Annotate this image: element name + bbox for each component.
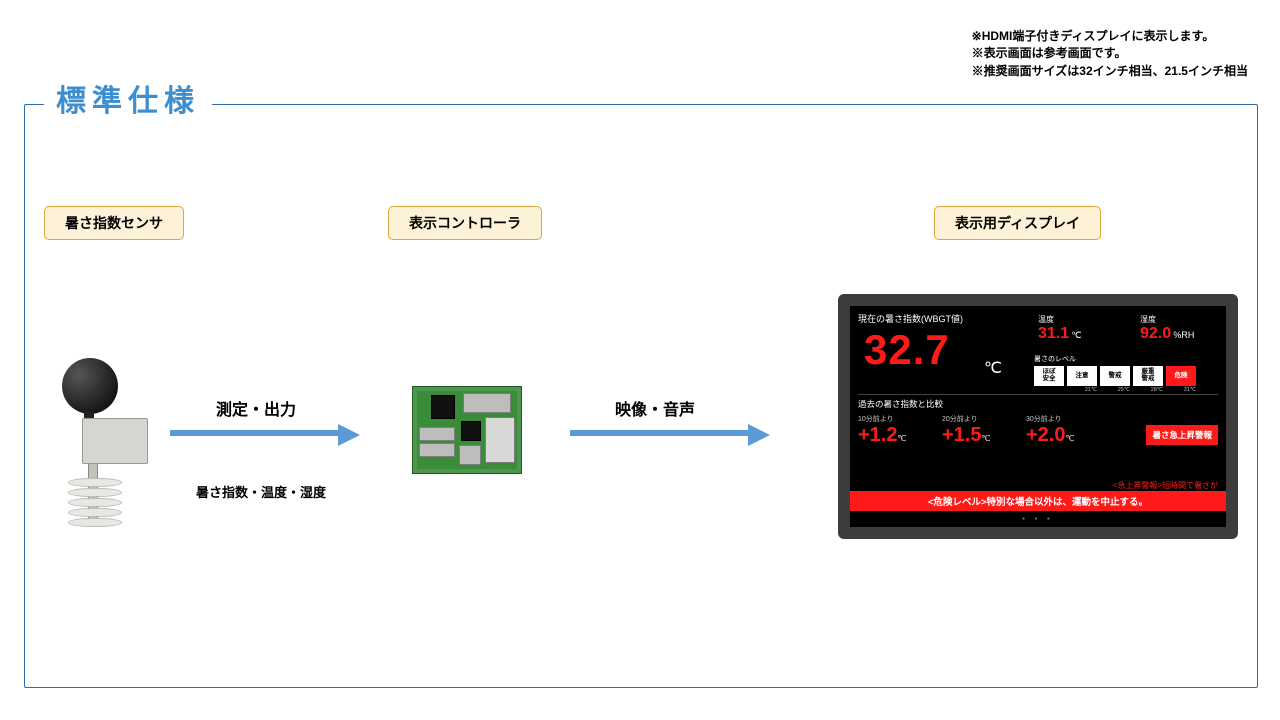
display-screen: 現在の暑さ指数(WBGT値) 32.7 ℃ 温度 31.1 ℃ 湿度 92.0 … [850,306,1226,527]
past-item: 20分前より+1.5℃ [942,414,1026,447]
hum-unit: %RH [1173,330,1194,340]
notes-block: ※HDMI端子付きディスプレイに表示します。 ※表示画面は参考画面です。 ※推奨… [972,28,1248,80]
note-line: ※HDMI端子付きディスプレイに表示します。 [972,28,1248,45]
note-line: ※表示画面は参考画面です。 [972,45,1248,62]
hum-value: 92.0 [1140,325,1171,342]
arrow-1-label: 測定・出力 [216,396,296,420]
level-box: 危険 [1166,366,1196,386]
level-label: 暑さのレベル [1034,354,1214,364]
level-temp: 25℃ [1100,387,1130,393]
level-temp [1034,387,1064,393]
temp-unit: ℃ [1071,330,1081,340]
alert-badge: 暑さ急上昇警報 [1146,425,1218,445]
controller-board-graphic [412,386,522,474]
level-box: 警戒 [1100,366,1130,386]
page-dots: • • • [850,516,1226,523]
level-boxes: ほぼ 安全注意警戒厳重 警戒危険 [1034,366,1214,386]
note-line: ※推奨画面サイズは32インチ相当、21.5インチ相当 [972,63,1248,80]
section-title: 標準仕様 [44,76,212,120]
tag-controller: 表示コントローラ [388,206,542,240]
tag-display: 表示用ディスプレイ [934,206,1101,240]
level-temps: 21℃25℃28℃31℃ [1034,387,1214,393]
arrow-2-label: 映像・音声 [615,396,695,420]
level-box: 厳重 警戒 [1133,366,1163,386]
arrow-right-icon [338,424,360,446]
temp-block: 温度 31.1 ℃ [1038,314,1081,343]
temp-label: 温度 [1038,315,1054,324]
level-box: ほぼ 安全 [1034,366,1064,386]
hum-block: 湿度 92.0 %RH [1140,314,1194,343]
wbgt-value: 32.7 [864,326,950,374]
past-row: 10分前より+1.2℃20分前より+1.5℃30分前より+2.0℃ 暑さ急上昇警報 [858,414,1218,447]
past-item: 30分前より+2.0℃ [1026,414,1110,447]
level-temp: 31℃ [1166,387,1196,393]
scroll-text-2: <危険レベル>特別な場合以外は、運動を中止する。 [850,491,1226,511]
tag-sensor: 暑さ指数センサ [44,206,184,240]
display-monitor: 現在の暑さ指数(WBGT値) 32.7 ℃ 温度 31.1 ℃ 湿度 92.0 … [838,294,1238,539]
level-box: 注意 [1067,366,1097,386]
scroll-text-1: <急上昇警報>短時間で暑さが [850,480,1226,491]
hum-label: 湿度 [1140,315,1156,324]
wbgt-unit: ℃ [984,358,1002,378]
arrow-1-subcaption: 暑さ指数・温度・湿度 [196,482,326,501]
sensor-graphic [46,358,156,528]
globe-icon [62,358,118,414]
temp-value: 31.1 [1038,325,1069,342]
past-item: 10分前より+1.2℃ [858,414,942,447]
level-temp: 21℃ [1067,387,1097,393]
past-label: 過去の暑さ指数と比較 [858,398,1218,410]
level-temp: 28℃ [1133,387,1163,393]
arrow-right-icon [748,424,770,446]
